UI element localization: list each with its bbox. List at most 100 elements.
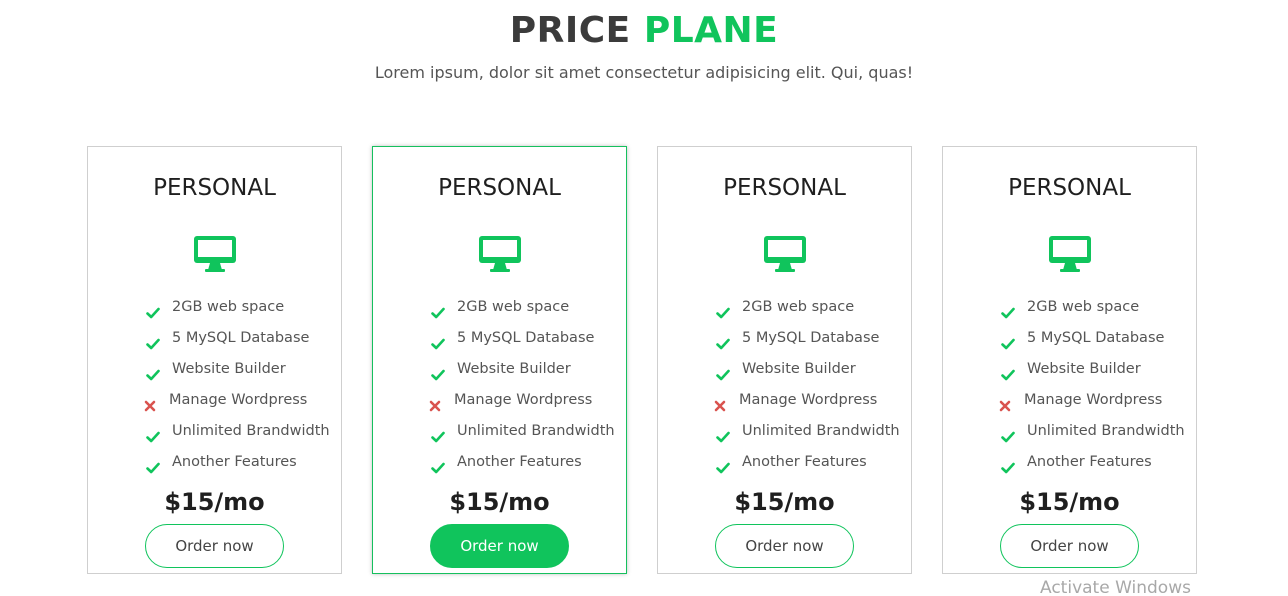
feature-label: Manage Wordpress: [454, 392, 593, 408]
check-icon: [146, 332, 160, 350]
plan-price: $15/mo: [164, 488, 265, 516]
page-title-part1: PRICE: [509, 10, 631, 51]
feature-item: Website Builder: [88, 354, 341, 385]
feature-item: Another Features: [658, 447, 911, 478]
pricing-card: PERSONAL 2GB web space 5 MySQL Database Web…: [87, 146, 342, 574]
activate-windows-watermark: Activate Windows: [1040, 578, 1191, 596]
feature-item: 2GB web space: [88, 292, 341, 323]
feature-label: Another Features: [457, 454, 582, 470]
feature-label: 5 MySQL Database: [457, 330, 595, 346]
cross-icon: [998, 394, 1012, 412]
feature-label: Unlimited Brandwidth: [1027, 423, 1185, 439]
feature-label: Website Builder: [457, 361, 571, 377]
feature-item: 5 MySQL Database: [88, 323, 341, 354]
pricing-card: PERSONAL 2GB web space 5 MySQL Database Web…: [942, 146, 1197, 574]
feature-item: Unlimited Brandwidth: [88, 416, 341, 447]
feature-item: Unlimited Brandwidth: [658, 416, 911, 447]
check-icon: [431, 301, 445, 319]
feature-label: Another Features: [1027, 454, 1152, 470]
check-icon: [1001, 332, 1015, 350]
feature-item: Manage Wordpress: [88, 385, 341, 416]
check-icon: [716, 301, 730, 319]
feature-label: Website Builder: [1027, 361, 1141, 377]
feature-item: Website Builder: [943, 354, 1196, 385]
cross-icon: [428, 394, 442, 412]
check-icon: [431, 456, 445, 474]
pricing-page: PRICE PLANE Lorem ipsum, dolor sit amet …: [0, 0, 1288, 596]
feature-label: 2GB web space: [172, 299, 285, 315]
feature-item: 2GB web space: [943, 292, 1196, 323]
check-icon: [1001, 456, 1015, 474]
feature-item: Another Features: [88, 447, 341, 478]
feature-item: Manage Wordpress: [658, 385, 911, 416]
feature-label: Manage Wordpress: [1024, 392, 1163, 408]
feature-label: Website Builder: [742, 361, 856, 377]
feature-item: 2GB web space: [373, 292, 626, 323]
monitor-icon: [193, 235, 237, 273]
feature-item: Website Builder: [658, 354, 911, 385]
feature-label: Manage Wordpress: [739, 392, 878, 408]
monitor-icon: [478, 235, 522, 273]
feature-label: Unlimited Brandwidth: [457, 423, 615, 439]
check-icon: [146, 363, 160, 381]
order-now-button[interactable]: Order now: [145, 524, 284, 568]
page-title: PRICE PLANE: [0, 8, 1288, 54]
order-now-button[interactable]: Order now: [430, 524, 569, 568]
check-icon: [146, 425, 160, 443]
feature-list: 2GB web space 5 MySQL Database Website Bui…: [373, 292, 626, 478]
feature-item: 5 MySQL Database: [943, 323, 1196, 354]
feature-item: Manage Wordpress: [373, 385, 626, 416]
plan-title: PERSONAL: [1008, 175, 1131, 201]
page-subtitle: Lorem ipsum, dolor sit amet consectetur …: [374, 63, 914, 82]
feature-label: Another Features: [742, 454, 867, 470]
plan-price: $15/mo: [449, 488, 550, 516]
check-icon: [716, 456, 730, 474]
check-icon: [1001, 301, 1015, 319]
plan-price: $15/mo: [1019, 488, 1120, 516]
feature-item: Manage Wordpress: [943, 385, 1196, 416]
feature-item: Another Features: [943, 447, 1196, 478]
pricing-card: PERSONAL 2GB web space 5 MySQL Database Web…: [372, 146, 627, 574]
check-icon: [1001, 425, 1015, 443]
plan-title: PERSONAL: [153, 175, 276, 201]
feature-item: 2GB web space: [658, 292, 911, 323]
feature-label: Unlimited Brandwidth: [742, 423, 900, 439]
monitor-icon: [1048, 235, 1092, 273]
feature-item: Unlimited Brandwidth: [943, 416, 1196, 447]
plan-price: $15/mo: [734, 488, 835, 516]
check-icon: [431, 425, 445, 443]
feature-label: Unlimited Brandwidth: [172, 423, 330, 439]
cross-icon: [143, 394, 157, 412]
feature-label: 5 MySQL Database: [742, 330, 880, 346]
feature-list: 2GB web space 5 MySQL Database Website Bui…: [88, 292, 341, 478]
feature-label: 2GB web space: [742, 299, 855, 315]
feature-label: 2GB web space: [457, 299, 570, 315]
page-title-part2: PLANE: [643, 10, 779, 51]
monitor-icon: [763, 235, 807, 273]
feature-label: 2GB web space: [1027, 299, 1140, 315]
plan-title: PERSONAL: [438, 175, 561, 201]
feature-item: Another Features: [373, 447, 626, 478]
feature-item: Website Builder: [373, 354, 626, 385]
order-now-button[interactable]: Order now: [715, 524, 854, 568]
check-icon: [431, 332, 445, 350]
check-icon: [716, 332, 730, 350]
check-icon: [431, 363, 445, 381]
feature-label: Manage Wordpress: [169, 392, 308, 408]
feature-item: 5 MySQL Database: [373, 323, 626, 354]
feature-label: Website Builder: [172, 361, 286, 377]
cross-icon: [713, 394, 727, 412]
plan-title: PERSONAL: [723, 175, 846, 201]
pricing-card: PERSONAL 2GB web space 5 MySQL Database Web…: [657, 146, 912, 574]
check-icon: [1001, 363, 1015, 381]
feature-list: 2GB web space 5 MySQL Database Website Bui…: [943, 292, 1196, 478]
order-now-button[interactable]: Order now: [1000, 524, 1139, 568]
feature-list: 2GB web space 5 MySQL Database Website Bui…: [658, 292, 911, 478]
feature-label: 5 MySQL Database: [1027, 330, 1165, 346]
check-icon: [146, 301, 160, 319]
feature-label: 5 MySQL Database: [172, 330, 310, 346]
check-icon: [716, 425, 730, 443]
feature-item: Unlimited Brandwidth: [373, 416, 626, 447]
check-icon: [716, 363, 730, 381]
feature-item: 5 MySQL Database: [658, 323, 911, 354]
